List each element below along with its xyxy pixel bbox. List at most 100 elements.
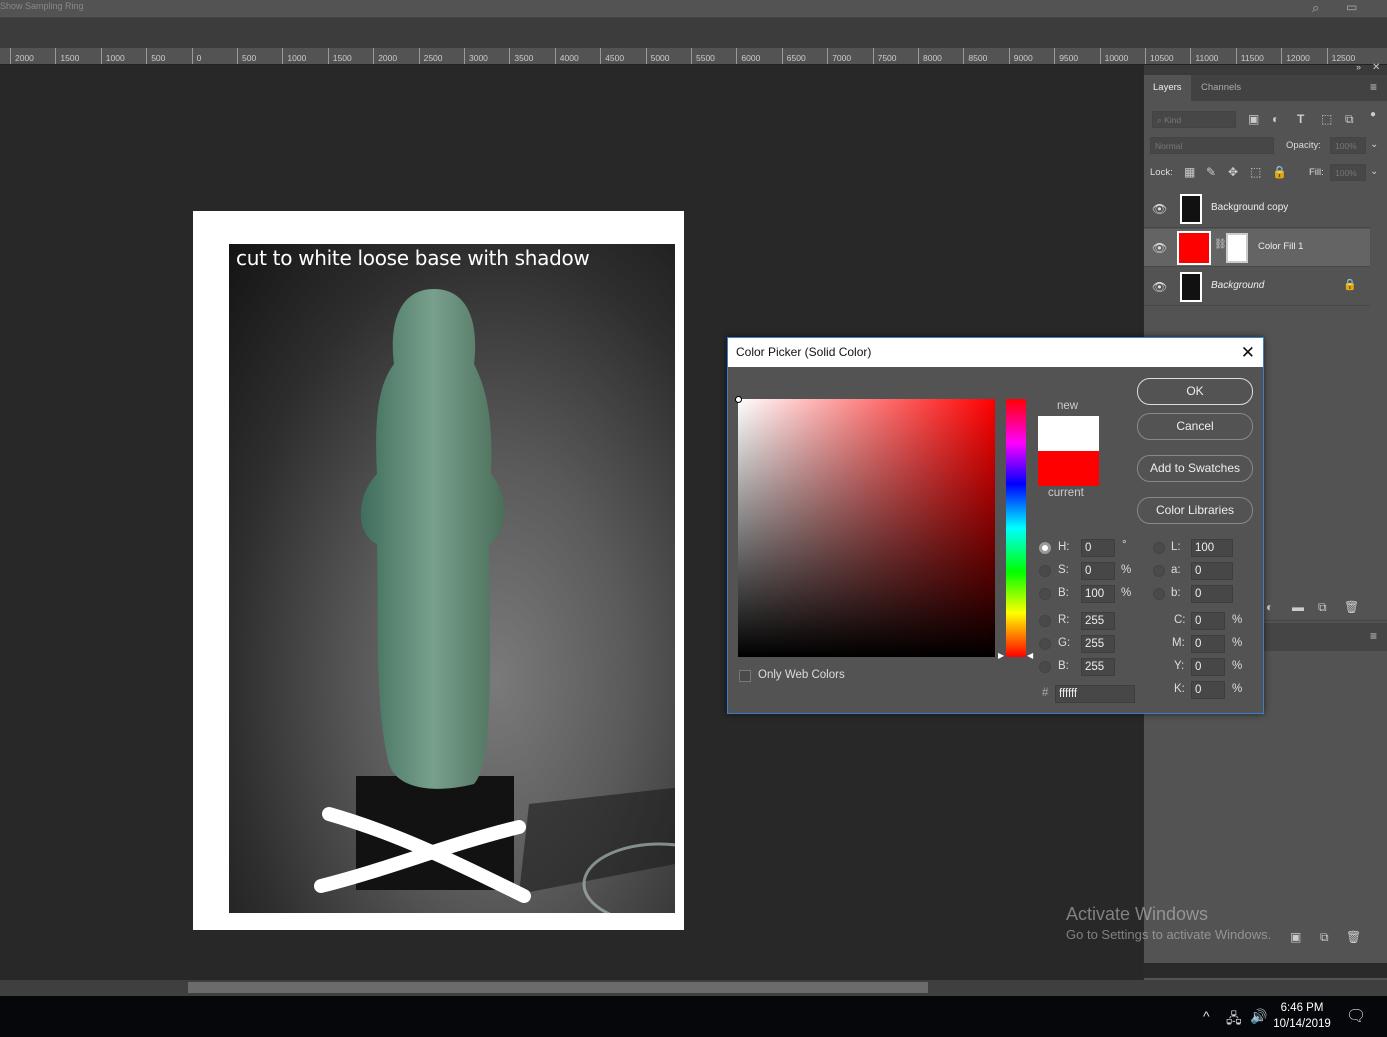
saturation-input[interactable]: 0 xyxy=(1081,562,1115,580)
layer-mask-thumbnail[interactable] xyxy=(1226,233,1248,263)
green-radio[interactable] xyxy=(1039,638,1051,650)
opacity-input[interactable]: 100% xyxy=(1330,137,1366,154)
horizontal-ruler[interactable]: 2000 1500 1000 500 0 500 1000 1500 2000 2500 3000 3… xyxy=(0,48,1387,65)
lock-image-icon[interactable]: ✎ xyxy=(1206,165,1216,179)
ruler-tick-label: 8000 xyxy=(918,48,942,64)
delete-icon[interactable]: 🗑 xyxy=(1346,930,1361,944)
black-label: K: xyxy=(1174,683,1185,695)
delete-layer-icon[interactable]: 🗑 xyxy=(1344,600,1359,614)
lock-position-icon[interactable]: ✥ xyxy=(1228,165,1238,179)
panel-menu-icon[interactable]: ≡ xyxy=(1370,629,1377,643)
blue-input[interactable]: 255 xyxy=(1081,658,1115,676)
filter-row: ⌕ Kind ▣ ◐ T ⬚ ⧉ ● xyxy=(1144,109,1387,131)
yellow-input[interactable]: 0 xyxy=(1191,658,1225,676)
hue-slider-left-arrow-icon[interactable]: ▶ xyxy=(998,651,1004,660)
ruler-tick-label: 1000 xyxy=(282,48,306,64)
lock-all-icon[interactable]: 🔒 xyxy=(1272,165,1287,179)
lab-a-input[interactable]: 0 xyxy=(1191,562,1233,580)
network-icon[interactable]: 🖧 xyxy=(1226,1008,1242,1032)
panel-menu-icon[interactable]: ≡ xyxy=(1370,80,1377,94)
blend-mode-select[interactable]: Normal xyxy=(1150,137,1274,154)
panel-input-bar[interactable] xyxy=(1144,963,1387,978)
watermark-line2: Go to Settings to activate Windows. xyxy=(1066,927,1272,942)
color-sampler-ring[interactable] xyxy=(735,396,742,403)
lock-icon: 🔒 xyxy=(1343,279,1357,291)
filter-toggle-icon[interactable]: ● xyxy=(1370,109,1376,120)
green-input[interactable]: 255 xyxy=(1081,635,1115,653)
black-input[interactable]: 0 xyxy=(1191,681,1225,699)
filter-shape-icon[interactable]: ⬚ xyxy=(1321,112,1332,126)
ruler-tick-label: 5500 xyxy=(691,48,715,64)
new-layer-icon[interactable]: ⧉ xyxy=(1318,600,1327,615)
red-radio[interactable] xyxy=(1039,615,1051,627)
hex-input[interactable]: ffffff xyxy=(1055,685,1135,703)
horizontal-scrollbar[interactable] xyxy=(0,980,1387,996)
lock-artboard-icon[interactable]: ⬚ xyxy=(1250,165,1261,179)
filter-adjustment-icon[interactable]: ◐ xyxy=(1272,112,1279,126)
scrollbar-thumb[interactable] xyxy=(188,982,928,993)
brightness-radio[interactable] xyxy=(1039,588,1051,600)
hue-slider[interactable] xyxy=(1006,399,1026,657)
system-clock[interactable]: 6:46 PM 10/14/2019 xyxy=(1268,1000,1336,1032)
hue-slider-right-arrow-icon[interactable]: ◀ xyxy=(1027,651,1033,660)
action-center-icon[interactable]: 🗨 xyxy=(1346,1006,1366,1026)
ok-button[interactable]: OK xyxy=(1137,378,1253,405)
color-picker-dialog: Color Picker (Solid Color) ✕ ▶ ◀ new cur… xyxy=(727,337,1264,714)
cyan-input[interactable]: 0 xyxy=(1191,612,1225,630)
adjustment-layer-icon[interactable]: ◐ xyxy=(1266,600,1273,614)
new-item-icon[interactable]: ▣ xyxy=(1290,930,1301,944)
new-group-icon[interactable]: ▬ xyxy=(1292,600,1304,614)
magenta-input[interactable]: 0 xyxy=(1191,635,1225,653)
tab-layers[interactable]: Layers xyxy=(1144,75,1191,101)
layer-row[interactable]: 👁 Background copy xyxy=(1144,190,1370,228)
current-color-swatch[interactable] xyxy=(1038,451,1099,486)
lab-b-input[interactable]: 0 xyxy=(1191,585,1233,603)
link-chain-icon[interactable]: ⛓ xyxy=(1214,239,1227,250)
workspace-icon[interactable]: ▭ xyxy=(1346,0,1357,14)
layer-row-selected[interactable]: 👁 ⛓ Color Fill 1 xyxy=(1144,229,1370,267)
filter-pixel-icon[interactable]: ▣ xyxy=(1248,112,1259,126)
hex-hash-label: # xyxy=(1042,687,1049,699)
visibility-eye-icon[interactable]: 👁 xyxy=(1152,241,1167,255)
hue-radio[interactable] xyxy=(1039,542,1051,554)
fill-color-thumbnail[interactable] xyxy=(1177,231,1211,265)
layer-row[interactable]: 👁 Background 🔒 xyxy=(1144,268,1370,306)
add-to-swatches-button[interactable]: Add to Swatches xyxy=(1137,455,1253,482)
lab-l-radio[interactable] xyxy=(1153,542,1165,554)
watermark-line1: Activate Windows xyxy=(1066,904,1209,924)
red-input[interactable]: 255 xyxy=(1081,612,1115,630)
saturation-brightness-field[interactable] xyxy=(735,396,995,657)
volume-icon[interactable]: 🔊 xyxy=(1250,1008,1267,1025)
close-icon[interactable]: ✕ xyxy=(1241,338,1255,367)
ruler-tick-label: 11500 xyxy=(1235,48,1264,64)
collapse-icon[interactable]: » xyxy=(1356,62,1361,72)
blue-radio[interactable] xyxy=(1039,661,1051,673)
show-hidden-icons-chevron-icon[interactable]: ^ xyxy=(1203,1008,1210,1024)
filter-smart-object-icon[interactable]: ⧉ xyxy=(1345,112,1354,127)
lock-transparent-icon[interactable]: ▦ xyxy=(1184,165,1195,179)
ruler-tick-label: 12500 xyxy=(1326,48,1355,64)
lab-a-radio[interactable] xyxy=(1153,565,1165,577)
only-web-colors-checkbox[interactable] xyxy=(739,670,751,682)
search-icon[interactable]: ⌕ xyxy=(1312,0,1319,16)
hue-input[interactable]: 0 xyxy=(1081,539,1115,557)
layer-filter-kind[interactable]: ⌕ Kind xyxy=(1152,111,1236,128)
lab-l-input[interactable]: 100 xyxy=(1191,539,1233,557)
cancel-button[interactable]: Cancel xyxy=(1137,413,1253,440)
visibility-eye-icon[interactable]: 👁 xyxy=(1152,202,1167,216)
ruler-tick-label: 9000 xyxy=(1008,48,1033,64)
saturation-radio[interactable] xyxy=(1039,565,1051,577)
close-icon[interactable]: ✕ xyxy=(1372,62,1380,73)
lab-b-radio[interactable] xyxy=(1153,588,1165,600)
fill-input[interactable]: 100% xyxy=(1330,164,1366,181)
fill-dropdown-icon[interactable]: ⌄ xyxy=(1370,166,1378,177)
brightness-input[interactable]: 100 xyxy=(1081,585,1115,603)
filter-type-icon[interactable]: T xyxy=(1297,112,1304,126)
ruler-tick-label: 2000 xyxy=(373,48,397,64)
tab-channels[interactable]: Channels xyxy=(1192,75,1250,101)
only-web-colors-label: Only Web Colors xyxy=(758,669,845,681)
color-libraries-button[interactable]: Color Libraries xyxy=(1137,497,1253,524)
opacity-dropdown-icon[interactable]: ⌄ xyxy=(1370,139,1378,150)
duplicate-icon[interactable]: ⧉ xyxy=(1320,930,1329,945)
visibility-eye-icon[interactable]: 👁 xyxy=(1152,280,1167,294)
